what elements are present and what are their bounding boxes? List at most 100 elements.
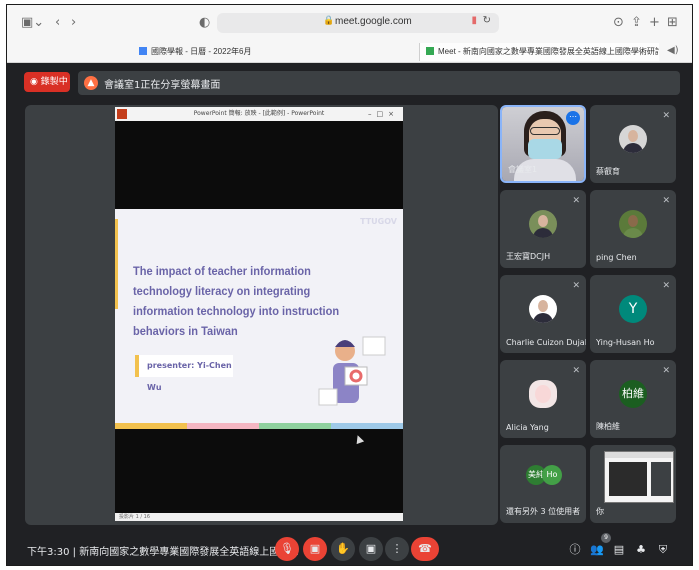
separator: |	[72, 547, 77, 558]
camera-off-icon[interactable]: ▣	[303, 537, 327, 561]
ppt-window-title: PowerPoint 簡報: 放映 - [此範例] - PowerPoint	[193, 110, 325, 117]
participant-tile[interactable]: ✕ 柏維 陳柏維	[590, 360, 676, 438]
stripe-yellow	[115, 423, 187, 429]
avatar-head	[538, 215, 548, 227]
share-icon[interactable]: ⇪	[631, 15, 642, 31]
cam-glasses	[530, 127, 560, 135]
mic-off-icon: ✕	[572, 366, 580, 376]
mic-off-icon: ✕	[662, 281, 670, 291]
avatar: Y	[619, 295, 647, 323]
meeting-info: 下午3:30 | 新南向國家之數學專業國際發展全英語線上國際...	[27, 543, 299, 558]
others-count-label: 還有另外 3 位使用者	[506, 507, 581, 516]
avatar-letter: Y	[628, 301, 638, 317]
avatar-body	[623, 143, 643, 153]
participant-tile[interactable]: ⋯ 會議室1	[500, 105, 586, 183]
window-controls-icon: –□×	[368, 110, 399, 118]
calendar-icon	[139, 47, 147, 55]
sidebar-icon[interactable]: ▣⌄	[21, 15, 44, 31]
presenter-label: presenter: Yi-Chen Wu	[135, 355, 233, 392]
more-icon[interactable]: ⋮	[385, 537, 409, 561]
raise-hand-icon[interactable]: ✋	[331, 537, 355, 561]
participant-tile[interactable]: ✕ Alicia Yang	[500, 360, 586, 438]
mic-off-icon: ✕	[662, 196, 670, 206]
participant-count-badge: 9	[601, 533, 611, 543]
participant-name: 陳柏維	[596, 422, 620, 431]
toolbar: ▣⌄ ‹ › ◐ 🔒 meet.google.com ▮ ↻ ⊙ ⇪ + ⊞	[7, 11, 692, 37]
participant-tile[interactable]: ✕ 王宏寶DCJH	[500, 190, 586, 268]
recording-label: 錄製中	[40, 77, 68, 87]
meeting-title: 新南向國家之數學專業國際發展全英語線上國際...	[79, 547, 299, 558]
recording-badge[interactable]: ◉ 錄製中	[24, 72, 70, 92]
reload-icon[interactable]: ↻	[483, 15, 491, 26]
participant-name: 蔡叡育	[596, 167, 620, 176]
mic-icon[interactable]: ▮	[471, 15, 477, 26]
mic-off-icon[interactable]: 🎙	[275, 537, 299, 561]
mic-off-icon: ✕	[572, 281, 580, 291]
self-screen-preview	[604, 451, 674, 503]
participant-tile[interactable]: ✕ Y Ying-Husan Ho	[590, 275, 676, 353]
stripe-blue	[331, 423, 403, 429]
self-tile[interactable]: 你	[590, 445, 676, 523]
preview-side	[651, 462, 671, 496]
participant-name: Alicia Yang	[506, 423, 549, 432]
activities-icon[interactable]: ♣	[633, 542, 649, 558]
avatar	[619, 125, 647, 153]
tab-meet[interactable]: Meet - 新南向國家之數學專業國際發展全英語線上國際學術研討會 (主會議室)	[419, 43, 659, 61]
grid-icon[interactable]: ⊞	[667, 15, 678, 31]
record-icon: ◉	[30, 77, 38, 87]
participant-tile[interactable]: ✕ Charlie Cuizon Dujali	[500, 275, 586, 353]
avatar-body	[533, 228, 553, 238]
download-icon[interactable]: ⊙	[613, 15, 624, 31]
url-text: meet.google.com	[335, 16, 412, 27]
chat-icon[interactable]: ▤	[611, 542, 627, 558]
tab-label: Meet - 新南向國家之數學專業國際發展全英語線上國際學術研討會 (主會議室)	[438, 47, 659, 56]
meet-window: ▣⌄ ‹ › ◐ 🔒 meet.google.com ▮ ↻ ⊙ ⇪ + ⊞ 國…	[6, 4, 693, 566]
bottom-bar: 下午3:30 | 新南向國家之數學專業國際發展全英語線上國際... 🎙 ▣ ✋ …	[7, 529, 692, 565]
tab-label: 國際學報 - 日曆 - 2022年6月	[151, 47, 252, 56]
people-icon[interactable]: 👥	[589, 542, 605, 558]
stripe-green	[259, 423, 331, 429]
lock-icon: 🔒	[323, 16, 335, 26]
host-controls-icon[interactable]: ⛨	[655, 542, 671, 558]
shield-icon[interactable]: ◐	[199, 15, 210, 31]
avatar-letter: 柏維	[622, 387, 644, 400]
avatar	[529, 295, 557, 323]
avatar	[529, 210, 557, 238]
info-icon[interactable]: ⓘ	[567, 542, 583, 558]
tab-calendar[interactable]: 國際學報 - 日曆 - 2022年6月	[139, 43, 339, 61]
present-screen-icon: ▲	[84, 76, 98, 90]
address-bar[interactable]: 🔒 meet.google.com ▮ ↻	[217, 13, 499, 33]
meet-icon	[426, 47, 434, 55]
forward-icon[interactable]: ›	[71, 15, 76, 31]
slide-accent	[115, 219, 118, 309]
others-tile[interactable]: 美純 Ho 還有另外 3 位使用者	[500, 445, 586, 523]
participant-tile[interactable]: ✕ 蔡叡育	[590, 105, 676, 183]
participant-name: 你	[596, 507, 604, 516]
powerpoint-icon	[117, 109, 127, 119]
speaker-icon[interactable]: ◀)	[667, 43, 679, 59]
end-call-icon[interactable]: ☎	[411, 537, 439, 561]
avatar-head	[628, 215, 638, 227]
tab-bar: 國際學報 - 日曆 - 2022年6月 Meet - 新南向國家之數學專業國際發…	[7, 39, 692, 63]
plus-icon[interactable]: +	[649, 15, 660, 31]
slide: TTUGOV The impact of teacher information…	[115, 209, 403, 429]
avatar-head	[628, 130, 638, 142]
stripe-pink	[187, 423, 259, 429]
ppt-titlebar: PowerPoint 簡報: 放映 - [此範例] - PowerPoint –…	[115, 107, 403, 121]
participant-name: 會議室1	[508, 165, 538, 174]
participant-tile[interactable]: ✕ ping Chen	[590, 190, 676, 268]
back-icon[interactable]: ‹	[55, 15, 60, 31]
powerpoint-window: PowerPoint 簡報: 放映 - [此範例] - PowerPoint –…	[115, 107, 403, 521]
present-icon[interactable]: ▣	[359, 537, 383, 561]
teacher-illustration-icon	[318, 336, 386, 406]
preview-main	[609, 462, 647, 496]
more-options-icon[interactable]: ⋯	[566, 111, 580, 125]
preview-bar	[605, 452, 673, 458]
mic-off-icon: ✕	[572, 196, 580, 206]
mic-off-icon: ✕	[662, 366, 670, 376]
participant-name: Charlie Cuizon Dujali	[506, 338, 586, 347]
avatar: Ho	[542, 465, 562, 485]
time-text: 下午3:30	[27, 547, 70, 558]
presentation-stage[interactable]: PowerPoint 簡報: 放映 - [此範例] - PowerPoint –…	[25, 105, 498, 525]
browser-chrome: ▣⌄ ‹ › ◐ 🔒 meet.google.com ▮ ↻ ⊙ ⇪ + ⊞ 國…	[7, 5, 692, 63]
